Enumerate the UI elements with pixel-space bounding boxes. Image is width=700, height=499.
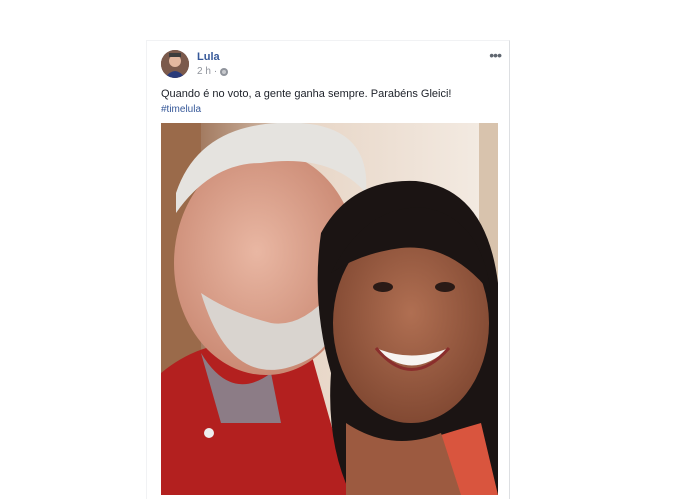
more-options-icon[interactable]: ••• <box>489 47 502 63</box>
meta-separator: · <box>213 66 218 77</box>
facebook-post: Lula 2 h · ••• Quando é no voto, a gente… <box>146 40 510 499</box>
post-timestamp[interactable]: 2 h <box>197 66 211 77</box>
avatar[interactable] <box>161 50 189 78</box>
post-photo[interactable] <box>161 123 498 495</box>
post-meta: 2 h · <box>197 66 229 77</box>
post-author-name[interactable]: Lula <box>197 51 220 63</box>
hashtag-link[interactable]: #timelula <box>161 104 201 115</box>
globe-icon <box>220 67 229 76</box>
post-text: Quando é no voto, a gente ganha sempre. … <box>161 88 452 100</box>
